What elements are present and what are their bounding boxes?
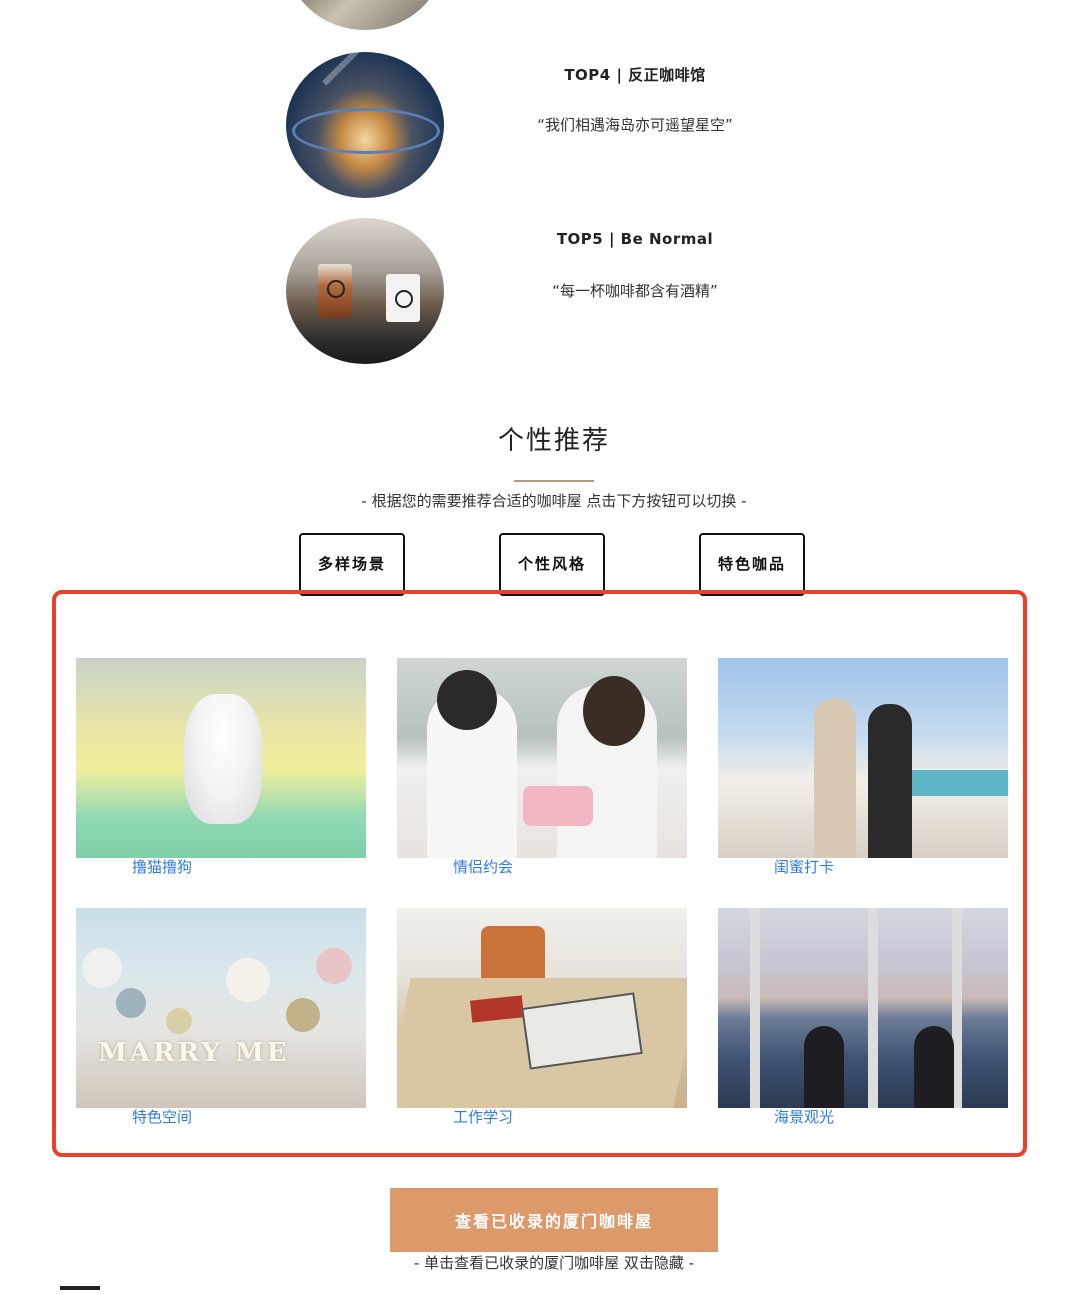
card-pets[interactable]: 撸猫撸狗 — [76, 658, 366, 880]
card-caption[interactable]: 情侣约会 — [453, 856, 513, 877]
card-seaview[interactable]: 海景观光 — [718, 908, 1008, 1130]
title-divider — [514, 480, 594, 482]
top5-quote: “每一杯咖啡都含有酒精” — [552, 282, 718, 300]
seaview-photo — [718, 908, 1008, 1108]
filter-button-style[interactable]: 个性风格 — [499, 533, 605, 593]
card-caption[interactable]: 撸猫撸狗 — [132, 856, 192, 877]
study-photo — [397, 908, 687, 1108]
top3-cafe-image — [286, 0, 444, 30]
view-collected-cafes-button[interactable]: 查看已收录的厦门咖啡屋 — [390, 1188, 718, 1252]
date-photo — [397, 658, 687, 858]
recommend-subtitle: - 根据您的需要推荐合适的咖啡屋 点击下方按钮可以切换 - — [361, 492, 747, 510]
card-date[interactable]: 情侣约会 — [397, 658, 687, 880]
cta-hint: - 单击查看已收录的厦门咖啡屋 双击隐藏 - — [413, 1254, 695, 1272]
pets-photo — [76, 658, 366, 858]
filter-button-scenes[interactable]: 多样场景 — [299, 533, 405, 593]
friends-photo — [718, 658, 1008, 858]
top5-cafe-image — [286, 218, 444, 364]
card-caption[interactable]: 工作学习 — [453, 1106, 513, 1127]
filter-button-specialty[interactable]: 特色咖品 — [699, 533, 805, 593]
card-friends[interactable]: 闺蜜打卡 — [718, 658, 1008, 880]
card-caption[interactable]: 特色空间 — [132, 1106, 192, 1127]
recommend-title: 个性推荐 — [497, 426, 610, 456]
card-caption[interactable]: 海景观光 — [774, 1106, 834, 1127]
space-photo: MARRY ME — [76, 908, 366, 1108]
cropped-footer-text — [0, 1286, 200, 1294]
card-space[interactable]: MARRY ME 特色空间 — [76, 908, 366, 1130]
top4-title: TOP4 | 反正咖啡馆 — [564, 66, 706, 84]
card-study[interactable]: 工作学习 — [397, 908, 687, 1130]
top4-quote: “我们相遇海岛亦可遥望星空” — [537, 116, 733, 134]
marry-me-sign: MARRY ME — [98, 1038, 290, 1068]
top5-title: TOP5 | Be Normal — [556, 230, 714, 248]
card-caption[interactable]: 闺蜜打卡 — [774, 856, 834, 877]
top4-cafe-image — [286, 52, 444, 198]
